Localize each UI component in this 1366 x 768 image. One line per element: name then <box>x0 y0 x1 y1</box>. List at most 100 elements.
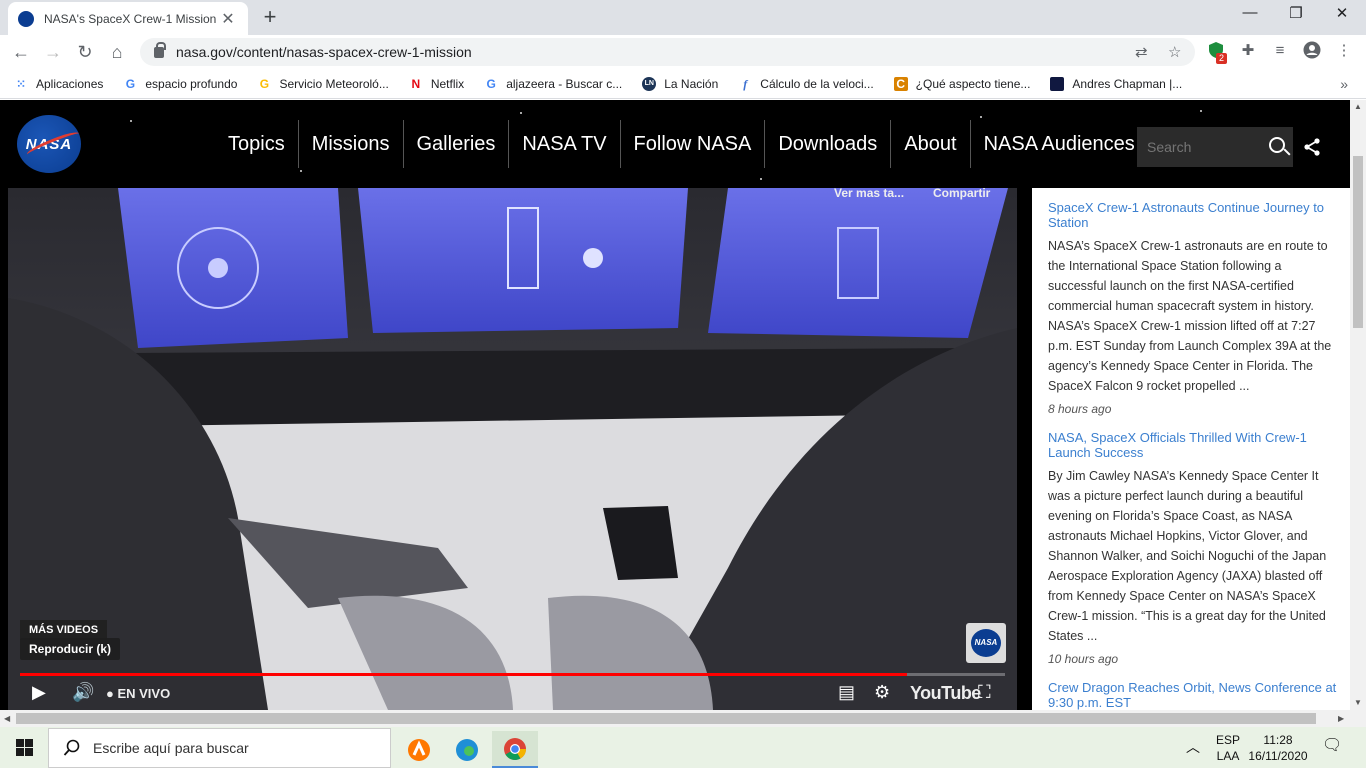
nav-nasa-audiences[interactable]: NASA Audiences <box>971 120 1148 168</box>
more-videos-button[interactable]: MÁS VIDEOS <box>20 620 108 640</box>
new-tab-button[interactable]: + <box>258 4 282 30</box>
live-label: EN VIVO <box>117 686 171 701</box>
news-title-link[interactable]: Crew Dragon Reaches Orbit, News Conferen… <box>1048 680 1342 710</box>
nav-downloads[interactable]: Downloads <box>765 120 892 168</box>
nasa-watermark[interactable]: NASA <box>966 623 1006 663</box>
forward-arrow-icon[interactable]: → <box>40 39 66 65</box>
scroll-up-icon[interactable]: ▲ <box>1354 102 1362 111</box>
bookmark-servicio-meteorologico[interactable]: G Servicio Meteoroló... <box>257 76 389 91</box>
watch-more-link[interactable]: Ver mas ta... <box>834 188 904 200</box>
notifications-icon[interactable]: 🗨 <box>1322 738 1342 754</box>
bookmark-label: Servicio Meteoroló... <box>279 76 389 91</box>
restore-button[interactable]: ❐ <box>1276 4 1316 22</box>
extension-badge: 2 <box>1216 53 1228 64</box>
news-time: 8 hours ago <box>1048 402 1112 416</box>
tray-chevron-icon[interactable]: ︿ <box>1186 739 1200 755</box>
nav-topics[interactable]: Topics <box>215 120 299 168</box>
bookmark-label: Aplicaciones <box>36 76 104 91</box>
clock[interactable]: 11:28 16/11/2020 <box>1248 732 1308 764</box>
apps-grid-icon: ⁙ <box>15 76 27 91</box>
search-icon[interactable] <box>1269 137 1285 153</box>
settings-gear-icon[interactable]: ⚙ <box>874 682 890 703</box>
bookmark-aljazeera[interactable]: G aljazeera - Buscar c... <box>484 76 623 91</box>
windows-logo-icon <box>15 739 33 756</box>
more-bookmarks-icon[interactable]: » <box>1340 76 1348 92</box>
vertical-scroll-thumb[interactable] <box>1353 156 1363 328</box>
start-button[interactable] <box>0 727 48 768</box>
function-icon: f <box>743 76 748 91</box>
nav-missions[interactable]: Missions <box>299 120 404 168</box>
news-body: NASA’s SpaceX Crew-1 astronauts are en r… <box>1048 239 1332 393</box>
chrome-app-icon[interactable] <box>492 731 538 768</box>
nav-galleries[interactable]: Galleries <box>404 120 510 168</box>
media-queue-icon[interactable]: ≡ <box>1270 41 1290 61</box>
avast-app-icon[interactable] <box>396 731 442 768</box>
bookmark-apps[interactable]: ⁙ Aplicaciones <box>14 77 103 91</box>
tab-close-icon[interactable]: ✕ <box>218 9 238 29</box>
nav-nasa-tv[interactable]: NASA TV <box>509 120 621 168</box>
bookmarks-bar: ⁙ Aplicaciones G espacio profundo G Serv… <box>0 69 1366 99</box>
youtube-logo[interactable]: YouTube <box>910 683 981 704</box>
clock-time: 11:28 <box>1263 733 1293 747</box>
nasa-logo[interactable]: NASA <box>17 115 81 173</box>
language-indicator[interactable]: ESP LAA <box>1216 732 1240 764</box>
video-share-link[interactable]: Compartir <box>933 188 990 200</box>
bookmark-star-icon[interactable]: ☆ <box>1168 43 1181 61</box>
news-title-link[interactable]: SpaceX Crew-1 Astronauts Continue Journe… <box>1048 200 1342 230</box>
vertical-scrollbar[interactable]: ▲ ▼ <box>1350 100 1366 710</box>
nav-about[interactable]: About <box>891 120 971 168</box>
bookmark-label: espacio profundo <box>145 76 238 91</box>
minimize-button[interactable]: — <box>1230 4 1270 21</box>
browser-tab[interactable]: NASA's SpaceX Crew-1 Mission | NASA ✕ <box>8 2 248 35</box>
bookmark-label: aljazeera - Buscar c... <box>506 76 623 91</box>
bookmark-que-aspecto[interactable]: C ¿Qué aspecto tiene... <box>893 76 1030 91</box>
news-title-link[interactable]: NASA, SpaceX Officials Thrilled With Cre… <box>1048 430 1342 460</box>
search-icon <box>63 739 80 756</box>
browser-menu-icon[interactable]: ⋮ <box>1334 41 1354 61</box>
video-progress-bar[interactable] <box>20 673 1005 676</box>
edge-app-icon[interactable] <box>444 731 490 768</box>
nav-follow-nasa[interactable]: Follow NASA <box>621 120 766 168</box>
back-arrow-icon[interactable]: ← <box>8 39 34 65</box>
reload-icon[interactable]: ↻ <box>72 39 98 65</box>
clock-date: 16/11/2020 <box>1248 749 1308 763</box>
share-icon[interactable] <box>1303 138 1321 156</box>
star-decoration <box>520 112 522 114</box>
bookmark-andres-chapman[interactable]: Andres Chapman |... <box>1050 76 1182 91</box>
scroll-right-icon[interactable]: ▶ <box>1338 714 1344 723</box>
address-bar[interactable]: nasa.gov/content/nasas-spacex-crew-1-mis… <box>140 38 1195 66</box>
video-player[interactable]: Ver mas ta... Compartir MÁS VIDEOS Repro… <box>8 188 1017 710</box>
fullscreen-icon[interactable]: ⛶ <box>978 682 991 703</box>
news-body: By Jim Cawley NASA’s Kennedy Space Cente… <box>1048 469 1327 643</box>
bookmark-la-nacion[interactable]: LN La Nación <box>642 76 719 91</box>
play-icon[interactable]: ▶ <box>32 682 46 703</box>
c-icon: C <box>893 76 908 91</box>
subtitles-icon[interactable]: ▤ <box>838 682 855 703</box>
star-decoration <box>300 170 302 172</box>
extensions-puzzle-icon[interactable]: ✚ <box>1238 41 1258 61</box>
taskbar-search[interactable]: Escribe aquí para buscar <box>48 728 391 768</box>
close-window-button[interactable]: ✕ <box>1322 4 1362 22</box>
translate-icon[interactable]: ⇄ <box>1135 43 1148 61</box>
bookmark-calculo-velocidad[interactable]: f Cálculo de la veloci... <box>738 77 873 91</box>
home-icon[interactable]: ⌂ <box>104 39 130 65</box>
scroll-left-icon[interactable]: ◀ <box>4 714 10 723</box>
nasa-page: NASA Topics Missions Galleries NASA TV F… <box>0 100 1350 710</box>
horizontal-scrollbar[interactable]: ◀ ▶ <box>0 710 1366 727</box>
news-item: Crew Dragon Reaches Orbit, News Conferen… <box>1048 680 1342 710</box>
shield-extension-icon[interactable]: 2 <box>1206 41 1228 64</box>
news-sidebar: SpaceX Crew-1 Astronauts Continue Journe… <box>1032 188 1350 710</box>
scroll-down-icon[interactable]: ▼ <box>1354 698 1362 707</box>
star-decoration <box>760 178 762 180</box>
horizontal-scroll-thumb[interactable] <box>16 713 1316 724</box>
profile-avatar-icon[interactable] <box>1302 41 1322 61</box>
site-search-input[interactable] <box>1147 139 1257 155</box>
bookmark-label: La Nación <box>664 76 719 91</box>
news-item: NASA, SpaceX Officials Thrilled With Cre… <box>1048 430 1342 666</box>
nasa-header: NASA Topics Missions Galleries NASA TV F… <box>0 100 1350 188</box>
volume-icon[interactable]: 🔊 <box>72 682 94 703</box>
star-decoration <box>130 120 132 122</box>
bookmark-netflix[interactable]: N Netflix <box>409 77 465 91</box>
site-search-box[interactable] <box>1137 127 1293 167</box>
bookmark-espacio-profundo[interactable]: G espacio profundo <box>123 76 238 91</box>
